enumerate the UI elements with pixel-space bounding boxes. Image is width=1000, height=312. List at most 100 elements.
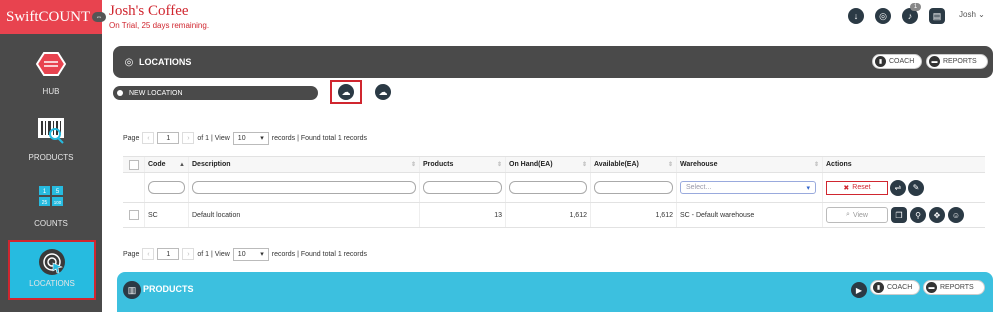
prev-page-button[interactable]: ‹ bbox=[142, 248, 155, 260]
new-location-button[interactable]: NEW LOCATION bbox=[113, 86, 318, 100]
code-filter-input[interactable] bbox=[148, 181, 185, 194]
close-icon: ✖ bbox=[843, 184, 850, 192]
column-header-warehouse[interactable]: Warehouse ⇕ bbox=[676, 157, 822, 172]
next-page-button[interactable]: › bbox=[182, 248, 195, 260]
clear-tag-icon[interactable]: ✎ bbox=[908, 179, 924, 196]
sidebar-item-label: PRODUCTS bbox=[28, 153, 74, 162]
user-menu[interactable]: Josh ⌄ bbox=[959, 10, 985, 19]
download-icon[interactable]: ↓ bbox=[848, 8, 864, 24]
coach-button[interactable]: ▮ COACH bbox=[870, 280, 920, 295]
copy-icon[interactable]: ❐ bbox=[891, 207, 907, 223]
counts-icon: 1 5 25 100 bbox=[39, 186, 63, 206]
cell-available: 1,612 bbox=[590, 203, 676, 227]
coach-icon: ▮ bbox=[873, 282, 884, 293]
caret-down-icon: ▾ bbox=[260, 251, 264, 258]
sidebar-item-hub[interactable]: HUB bbox=[0, 40, 102, 106]
sidebar-item-locations[interactable]: LOCATIONS bbox=[8, 240, 96, 300]
next-page-button[interactable]: › bbox=[182, 132, 195, 144]
upload-highlight: ☁ bbox=[330, 80, 362, 104]
sidebar-item-counts[interactable]: 1 5 25 100 COUNTS bbox=[0, 172, 102, 238]
column-header-on-hand[interactable]: On Hand(EA) ⇕ bbox=[505, 157, 590, 172]
filter-available bbox=[590, 173, 676, 202]
page-size-select[interactable]: 10 ▾ bbox=[232, 131, 269, 145]
help-lifebuoy-icon[interactable]: ◎ bbox=[875, 8, 891, 24]
select-placeholder: Select... bbox=[686, 184, 712, 191]
column-header-products[interactable]: Products ⇕ bbox=[419, 157, 505, 172]
cloud-upload-icon[interactable]: ☁ bbox=[338, 84, 354, 100]
sort-icon: ⇕ bbox=[496, 162, 502, 168]
search-icon: ⌕ bbox=[846, 211, 850, 218]
view-button[interactable]: ⌕ View bbox=[826, 207, 888, 223]
select-all-checkbox[interactable] bbox=[123, 157, 144, 172]
pager-top: Page ‹ 1 › of 1 | View 10 ▾ records | Fou… bbox=[123, 131, 367, 145]
column-label: Warehouse bbox=[680, 161, 718, 168]
column-label: Code bbox=[148, 161, 166, 168]
page-size-select[interactable]: 10 ▾ bbox=[232, 247, 269, 261]
page-number-input[interactable]: 1 bbox=[157, 248, 180, 260]
reports-button[interactable]: ▬ REPORTS bbox=[926, 54, 988, 69]
chevron-down-icon: ⌄ bbox=[978, 10, 985, 19]
sort-icon: ⇕ bbox=[667, 162, 673, 168]
user-icon[interactable]: ☺ bbox=[948, 207, 964, 223]
brand-logo[interactable]: SwiftCOUNT bbox=[0, 0, 102, 34]
coach-icon: ▮ bbox=[875, 56, 886, 67]
cell-code: SC bbox=[144, 203, 188, 227]
map-pin-icon[interactable]: ⚲ bbox=[910, 207, 926, 223]
column-header-available[interactable]: Available(EA) ⇕ bbox=[590, 157, 676, 172]
sidebar-item-products[interactable]: PRODUCTS bbox=[0, 106, 102, 172]
cell-warehouse: SC - Default warehouse bbox=[676, 203, 822, 227]
description-filter-input[interactable] bbox=[192, 181, 416, 194]
company-name: Josh's Coffee bbox=[109, 3, 189, 19]
pager-records-text: records | Found total 1 records bbox=[271, 250, 367, 258]
sort-icon: ⇕ bbox=[813, 162, 819, 168]
column-label: Actions bbox=[826, 161, 852, 168]
cell-on-hand: 1,612 bbox=[505, 203, 590, 227]
sidebar: HUB PRODUCTS 1 5 25 100 COUNTS LOCATIONS bbox=[0, 34, 102, 312]
products-section-header: ▥ PRODUCTS ▶ ▮ COACH ▬ REPORTS bbox=[117, 272, 993, 312]
on-hand-filter-input[interactable] bbox=[509, 181, 587, 194]
filter-warehouse: Select... ▾ bbox=[676, 173, 822, 202]
collapse-sidebar-toggle[interactable]: ⇔ bbox=[92, 12, 106, 22]
coach-button[interactable]: ▮ COACH bbox=[872, 54, 922, 69]
prev-page-button[interactable]: ‹ bbox=[142, 132, 155, 144]
page-number-input[interactable]: 1 bbox=[157, 132, 180, 144]
sidebar-item-label: HUB bbox=[42, 87, 60, 96]
page-size-value: 10 bbox=[237, 134, 246, 142]
column-header-code[interactable]: Code ▲ bbox=[144, 157, 188, 172]
column-header-description[interactable]: Description ⇕ bbox=[188, 157, 419, 172]
products-filter-input[interactable] bbox=[423, 181, 502, 194]
clipboard-icon[interactable]: ▤ bbox=[929, 8, 945, 24]
filter-products bbox=[419, 173, 505, 202]
reset-filters-button[interactable]: ✖ Reset bbox=[826, 180, 888, 195]
barcode-icon bbox=[38, 118, 64, 144]
sidebar-item-label: LOCATIONS bbox=[29, 279, 75, 288]
new-location-label: NEW LOCATION bbox=[129, 89, 183, 97]
locations-icon bbox=[39, 249, 65, 275]
toggle-filter-icon[interactable]: ⇌ bbox=[890, 179, 906, 196]
pager-of-text: of 1 | View bbox=[197, 250, 230, 258]
video-icon[interactable]: ▶ bbox=[851, 282, 867, 298]
filter-description bbox=[188, 173, 419, 202]
move-icon[interactable]: ✥ bbox=[929, 207, 945, 223]
table-header-row: Code ▲ Description ⇕ Products ⇕ On Hand(EA)… bbox=[123, 156, 985, 173]
coach-label: COACH bbox=[889, 58, 915, 65]
locations-section-header: ◎ LOCATIONS ▮ COACH ▬ REPORTS bbox=[113, 46, 993, 78]
table-filter-row: Select... ▾ ✖ Reset ⇌ ✎ bbox=[123, 173, 985, 203]
pager-page-label: Page bbox=[123, 134, 140, 142]
reset-label: Reset bbox=[852, 184, 871, 191]
cloud-upload-icon[interactable]: ☁ bbox=[375, 84, 391, 100]
table-row[interactable]: SC Default location 13 1,612 1,612 SC - … bbox=[123, 203, 985, 228]
sidebar-item-label: COUNTS bbox=[34, 219, 68, 228]
column-label: Available(EA) bbox=[594, 161, 639, 168]
reports-button[interactable]: ▬ REPORTS bbox=[923, 280, 985, 295]
row-checkbox[interactable] bbox=[123, 203, 144, 227]
pager-records-text: records | Found total 1 records bbox=[271, 134, 367, 142]
warehouse-filter-select[interactable]: Select... ▾ bbox=[680, 181, 816, 194]
section-title: PRODUCTS bbox=[143, 284, 194, 294]
column-label: On Hand(EA) bbox=[509, 161, 553, 168]
sort-asc-icon: ▲ bbox=[179, 161, 185, 168]
reports-label: REPORTS bbox=[943, 58, 977, 65]
filter-code bbox=[144, 173, 188, 202]
notification-count-badge: 1 bbox=[910, 3, 921, 11]
available-filter-input[interactable] bbox=[594, 181, 673, 194]
